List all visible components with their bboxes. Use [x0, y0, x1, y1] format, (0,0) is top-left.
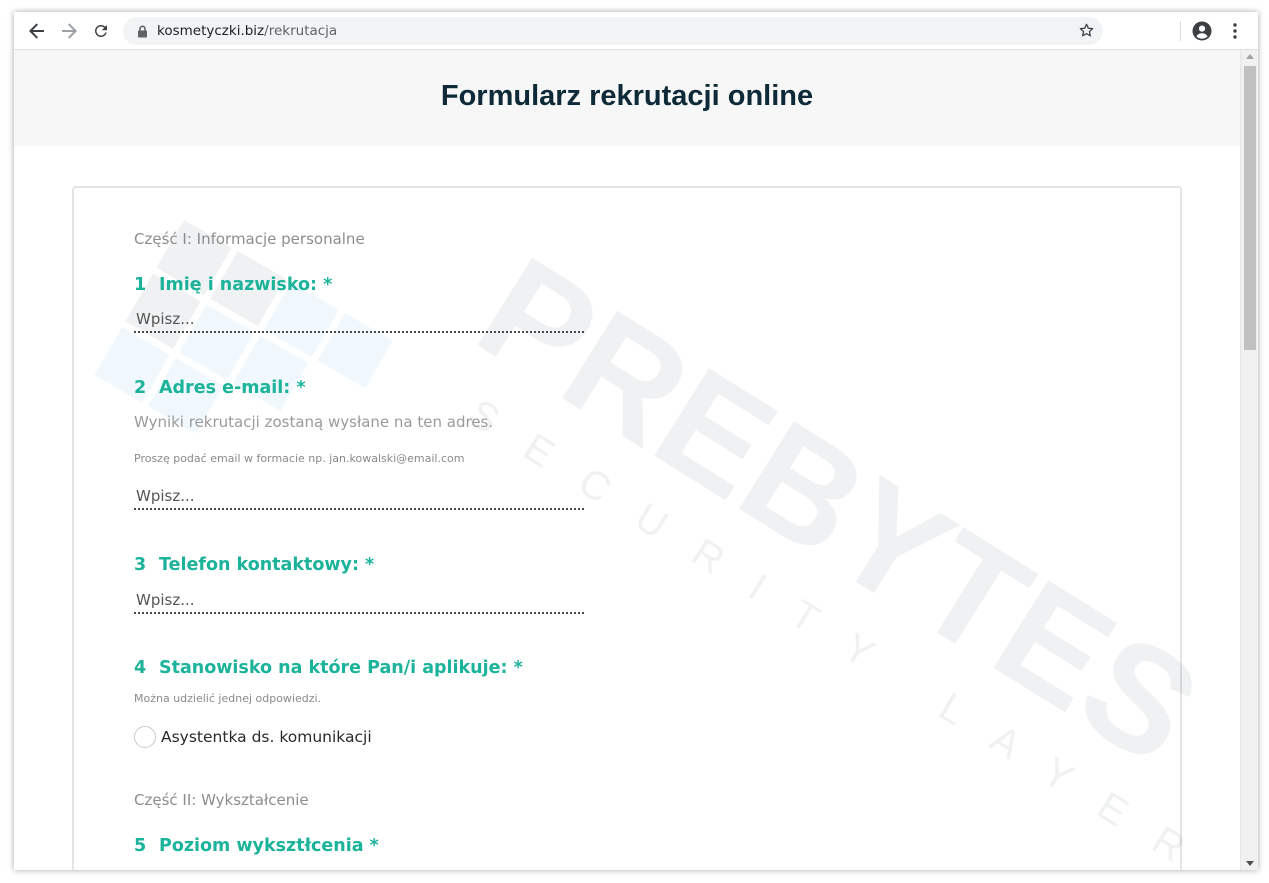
scroll-up-arrow-icon[interactable] [1246, 54, 1254, 59]
back-button[interactable] [24, 18, 50, 44]
question-label: Imię i nazwisko: * [159, 275, 333, 295]
radio-button[interactable] [134, 726, 156, 748]
profile-button[interactable] [1189, 18, 1215, 44]
question-label: Adres e-mail: * [159, 378, 306, 398]
toolbar-separator [1180, 21, 1181, 41]
question-3-title: 3 Telefon kontaktowy: * [134, 555, 374, 575]
position-option-label: Asystentka ds. komunikacji [161, 728, 372, 746]
question-number: 3 [134, 555, 147, 575]
url-domain: kosmetyczki.biz [157, 23, 265, 39]
url-text: kosmetyczki.biz/rekrutacja [157, 23, 337, 39]
section-2-label: Część II: Wykształcenie [134, 791, 309, 809]
arrow-right-icon [62, 23, 77, 39]
email-input[interactable] [134, 484, 584, 510]
bookmark-star-icon[interactable] [1078, 22, 1095, 39]
account-circle-icon [1192, 21, 1212, 41]
question-5-title: 5 Poziom wyksztłcenia * [134, 836, 379, 856]
email-description: Wyniki rekrutacji zostaną wysłane na ten… [134, 413, 494, 431]
arrow-left-icon [29, 23, 44, 39]
section-1-label: Część I: Informacje personalne [134, 230, 365, 248]
question-1-title: 1 Imię i nazwisko: * [134, 275, 332, 295]
page-header: Formularz rekrutacji online [14, 50, 1240, 146]
question-label: Poziom wyksztłcenia * [159, 836, 379, 856]
name-input[interactable] [134, 307, 584, 333]
position-hint: Można udzielić jednej odpowiedzi. [134, 692, 322, 705]
position-option[interactable]: Asystentka ds. komunikacji [134, 726, 372, 748]
url-path: /rekrutacja [264, 23, 338, 39]
vertical-scrollbar[interactable] [1240, 50, 1258, 870]
browser-menu-button[interactable] [1222, 18, 1248, 44]
browser-window: kosmetyczki.biz/rekrutacja Formularz rek… [14, 12, 1258, 870]
question-label: Stanowisko na które Pan/i aplikuje: * [159, 658, 523, 678]
phone-input[interactable] [134, 588, 584, 614]
question-number: 4 [134, 658, 147, 678]
page-title: Formularz rekrutacji online [440, 80, 814, 112]
scrollbar-thumb[interactable] [1244, 66, 1256, 350]
question-number: 1 [134, 275, 147, 295]
question-number: 5 [134, 836, 147, 856]
browser-toolbar: kosmetyczki.biz/rekrutacja [14, 12, 1258, 50]
page-viewport: Formularz rekrutacji online PREBYTES [14, 50, 1240, 870]
question-4-title: 4 Stanowisko na które Pan/i aplikuje: * [134, 658, 523, 678]
question-2-title: 2 Adres e-mail: * [134, 378, 306, 398]
forward-button[interactable] [56, 18, 82, 44]
scroll-down-arrow-icon[interactable] [1246, 861, 1254, 866]
reload-icon [94, 24, 107, 37]
email-hint: Proszę podać email w formacie np. jan.ko… [134, 452, 465, 465]
more-vert-icon [1233, 23, 1237, 39]
reload-button[interactable] [88, 18, 114, 44]
question-label: Telefon kontaktowy: * [159, 555, 375, 575]
question-number: 2 [134, 378, 147, 398]
address-bar[interactable]: kosmetyczki.biz/rekrutacja [123, 17, 1103, 45]
lock-icon [138, 25, 147, 38]
